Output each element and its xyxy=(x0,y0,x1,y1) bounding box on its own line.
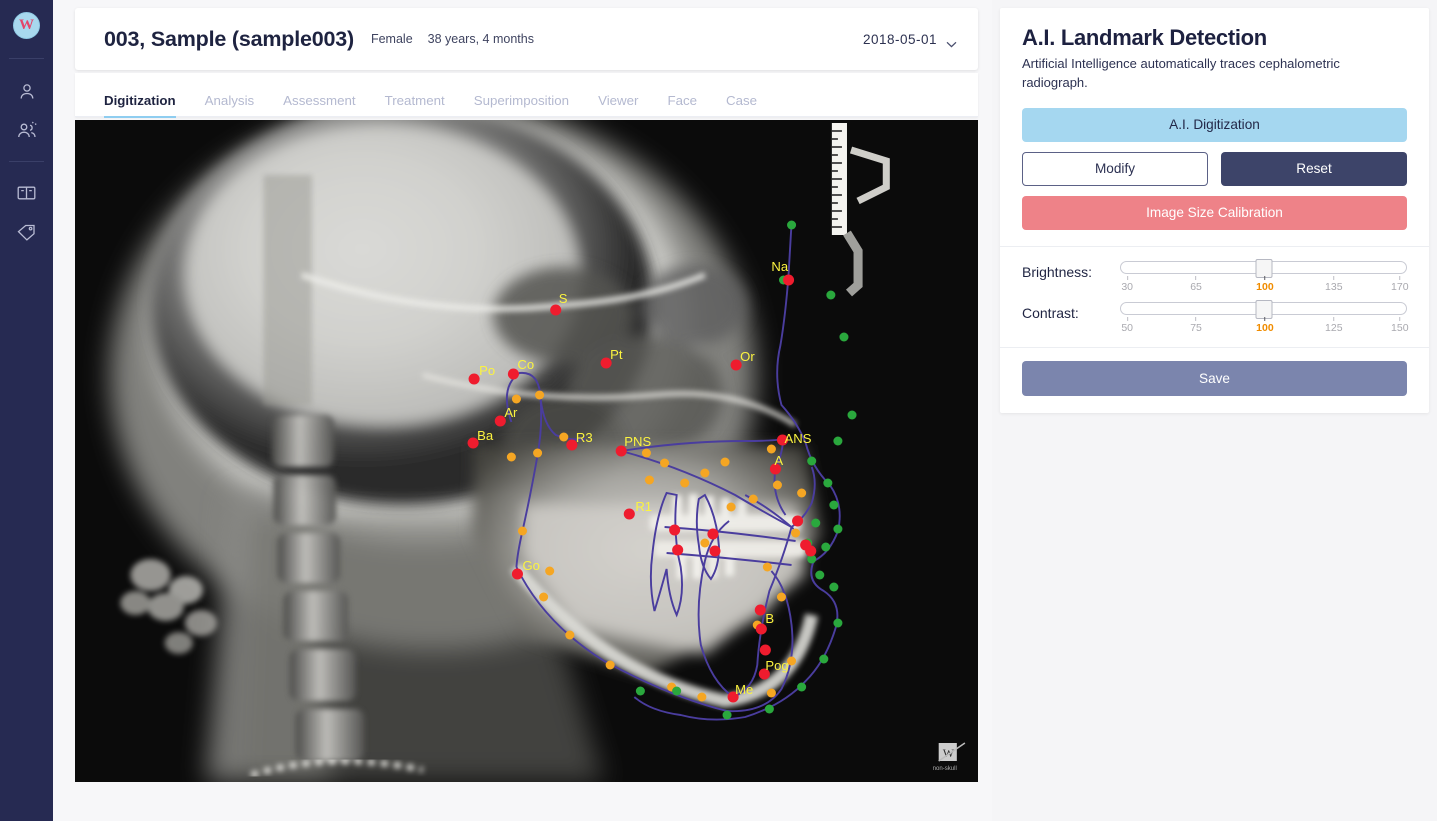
tab-face[interactable]: Face xyxy=(667,93,697,117)
contrast-ticks: 50 75 100 125 150 xyxy=(1120,316,1409,337)
contrast-tick-4: 150 xyxy=(1391,316,1409,334)
ai-digitization-button[interactable]: A.I. Digitization xyxy=(1022,107,1407,142)
modify-button[interactable]: Modify xyxy=(1022,151,1209,186)
svg-text:B: B xyxy=(765,611,774,626)
brightness-tick-2: 100 xyxy=(1256,275,1274,293)
contrast-slider[interactable] xyxy=(1120,299,1407,319)
app-root: W 003, Sample (sample003) Female 38 year… xyxy=(0,0,1437,821)
tag-icon xyxy=(16,221,37,241)
svg-text:S: S xyxy=(559,291,568,306)
brightness-tick-1: 65 xyxy=(1190,275,1202,293)
ai-landmark-card: A.I. Landmark Detection Artificial Intel… xyxy=(1000,8,1429,413)
tab-digitization[interactable]: Digitization xyxy=(104,93,176,118)
date-select[interactable]: 2018-05-01 xyxy=(862,31,957,48)
tab-bar: Digitization Analysis Assessment Treatme… xyxy=(75,73,978,118)
svg-text:Pt: Pt xyxy=(610,347,623,362)
brightness-tick-3: 135 xyxy=(1325,275,1343,293)
app-logo[interactable]: W xyxy=(13,12,40,39)
modify-reset-row: Modify Reset xyxy=(1022,151,1407,186)
tab-viewer[interactable]: Viewer xyxy=(598,93,638,117)
sidebar-item-tags[interactable] xyxy=(7,212,47,250)
chevron-down-icon xyxy=(946,36,957,48)
svg-text:Ba: Ba xyxy=(477,428,494,443)
contrast-label: Contrast: xyxy=(1022,304,1079,321)
svg-text:ANS: ANS xyxy=(785,431,812,446)
save-button[interactable]: Save xyxy=(1022,360,1407,396)
brightness-label: Brightness: xyxy=(1022,263,1093,280)
svg-text:Or: Or xyxy=(740,349,755,364)
sidebar-item-patient[interactable] xyxy=(7,73,47,111)
svg-text:non-skull: non-skull xyxy=(933,766,957,772)
svg-text:Na: Na xyxy=(771,259,788,274)
contrast-tick-1: 75 xyxy=(1190,316,1202,334)
svg-text:Pog: Pog xyxy=(765,658,788,673)
svg-text:Ar: Ar xyxy=(504,405,518,420)
tab-analysis[interactable]: Analysis xyxy=(205,93,255,117)
tab-case[interactable]: Case xyxy=(726,93,757,117)
image-size-calibration-button[interactable]: Image Size Calibration xyxy=(1022,195,1407,230)
brightness-ticks: 30 65 100 135 170 xyxy=(1120,275,1409,296)
svg-text:Me: Me xyxy=(735,682,753,697)
date-select-value: 2018-05-01 xyxy=(862,31,937,47)
left-sidebar: W xyxy=(0,0,53,821)
cephalometric-viewer[interactable]: Na S Pt Or Co Po Ar Ba R3 PNS ANS A R1 G… xyxy=(75,120,978,782)
contrast-row: Contrast: 50 75 100 125 150 xyxy=(1022,299,1409,337)
image-adjust-sliders: Brightness: 30 65 100 135 170 Contrast: … xyxy=(1022,247,1409,347)
sidebar-item-library[interactable] xyxy=(7,174,47,212)
tab-superimposition[interactable]: Superimposition xyxy=(474,93,569,117)
svg-text:Go: Go xyxy=(522,558,539,573)
brightness-slider[interactable] xyxy=(1120,258,1407,278)
sidebar-divider-mid xyxy=(9,161,44,162)
patient-header: 003, Sample (sample003) Female 38 years,… xyxy=(75,8,978,70)
svg-text:Co: Co xyxy=(517,357,534,372)
person-icon xyxy=(17,82,37,102)
contrast-tick-3: 125 xyxy=(1325,316,1343,334)
svg-text:R1: R1 xyxy=(635,499,652,514)
panel-subtitle: Artificial Intelligence automatically tr… xyxy=(1022,56,1340,90)
reset-button[interactable]: Reset xyxy=(1221,151,1407,186)
brightness-tick-0: 30 xyxy=(1121,275,1133,293)
xray-image[interactable]: Na S Pt Or Co Po Ar Ba R3 PNS ANS A R1 G… xyxy=(75,120,978,782)
svg-text:PNS: PNS xyxy=(624,434,651,449)
save-row: Save xyxy=(1022,348,1407,413)
main-content: 003, Sample (sample003) Female 38 years,… xyxy=(53,0,992,821)
svg-text:A: A xyxy=(774,453,783,468)
app-logo-letter: W xyxy=(19,17,34,33)
svg-text:R3: R3 xyxy=(576,430,593,445)
people-icon xyxy=(16,120,38,140)
patient-age: 38 years, 4 months xyxy=(427,32,534,46)
brightness-tick-4: 170 xyxy=(1391,275,1409,293)
svg-text:Po: Po xyxy=(479,363,495,378)
patient-gender: Female xyxy=(370,32,413,46)
page-title: 003, Sample (sample003) xyxy=(104,26,354,51)
book-icon xyxy=(16,183,37,203)
right-panel: A.I. Landmark Detection Artificial Intel… xyxy=(992,0,1437,821)
tab-assessment[interactable]: Assessment xyxy=(283,93,355,117)
tab-treatment[interactable]: Treatment xyxy=(385,93,445,117)
sidebar-divider-top xyxy=(9,58,44,59)
sidebar-item-group[interactable] xyxy=(7,111,47,149)
contrast-tick-0: 50 xyxy=(1121,316,1133,334)
panel-title: A.I. Landmark Detection xyxy=(1022,25,1267,50)
brightness-row: Brightness: 30 65 100 135 170 xyxy=(1022,258,1409,296)
contrast-tick-2: 100 xyxy=(1256,316,1274,334)
